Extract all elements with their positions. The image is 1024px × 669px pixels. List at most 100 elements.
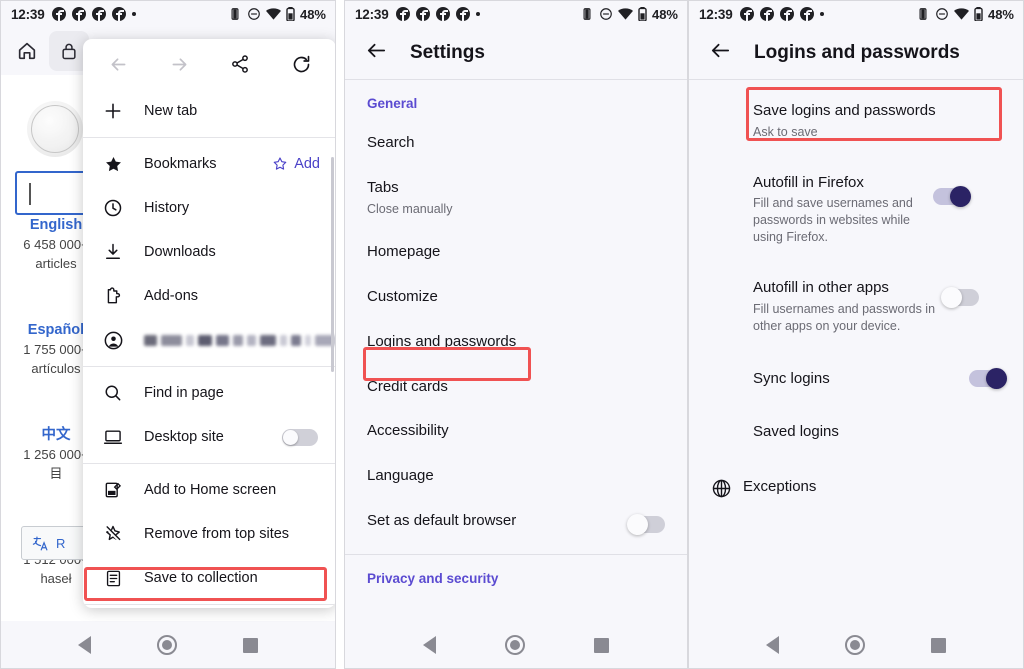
- settings-app-bar: Settings: [345, 27, 687, 79]
- nav-home-icon[interactable]: [845, 635, 865, 655]
- settings-row-logins-and-passwords[interactable]: Logins and passwords: [345, 320, 687, 365]
- nav-back-icon[interactable]: [423, 636, 437, 654]
- autofill-other-apps-toggle[interactable]: [941, 287, 979, 308]
- settings-row-credit-cards[interactable]: Credit cards: [345, 365, 687, 410]
- menu-item-label: History: [144, 200, 190, 216]
- nav-recents-icon[interactable]: [243, 637, 258, 653]
- status-time: 12:39: [699, 6, 733, 22]
- account-icon: [102, 330, 124, 351]
- nav-recents-icon[interactable]: [931, 637, 946, 653]
- menu-divider: [83, 366, 335, 367]
- menu-item-label: Find in page: [144, 385, 224, 401]
- menu-scrollbar[interactable]: [331, 157, 334, 372]
- settings-row-search[interactable]: Search: [345, 121, 687, 166]
- menu-item-account[interactable]: [83, 318, 335, 362]
- battery-percent: 48%: [299, 6, 326, 22]
- menu-item-history[interactable]: History: [83, 186, 335, 230]
- panel-browser-menu: 12:39 48% English 6 458 000+ articles Es…: [0, 0, 336, 669]
- nav-recents-icon[interactable]: [593, 637, 609, 653]
- dnd-icon: [936, 8, 948, 20]
- autofill-firefox-toggle[interactable]: [933, 185, 971, 207]
- vibrate-icon: [583, 8, 591, 20]
- sync-logins-toggle[interactable]: [969, 367, 1007, 389]
- settings-row-homepage[interactable]: Homepage: [345, 230, 687, 275]
- default-browser-toggle[interactable]: [627, 513, 665, 535]
- logins-row-autofill-other-apps[interactable]: Autofill in other apps Fill usernames an…: [689, 259, 1023, 348]
- overflow-menu: New tab Bookmarks Add History Downloads …: [83, 39, 335, 608]
- bookmark-add-button[interactable]: Add: [272, 156, 320, 172]
- more-dot-icon: [819, 12, 824, 16]
- reload-icon[interactable]: [282, 45, 320, 83]
- nav-back-icon[interactable]: [78, 636, 91, 654]
- back-arrow-icon[interactable]: [709, 39, 732, 67]
- menu-item-bookmarks[interactable]: Bookmarks Add: [83, 142, 335, 186]
- desktop-site-toggle[interactable]: [282, 428, 318, 446]
- menu-divider: [83, 604, 335, 605]
- menu-item-addons[interactable]: Add-ons: [83, 274, 335, 318]
- settings-row-accessibility[interactable]: Accessibility: [345, 409, 687, 454]
- row-title: Exceptions: [743, 478, 817, 495]
- status-system-icons: 48%: [916, 7, 1014, 22]
- vibrate-icon: [919, 8, 927, 20]
- row-title: Accessibility: [367, 422, 449, 440]
- logins-row-saved-logins[interactable]: Saved logins: [689, 401, 1023, 455]
- star-outline-icon: [273, 157, 287, 170]
- status-bar: 12:39 48%: [689, 1, 1023, 27]
- nav-home-icon[interactable]: [504, 635, 525, 655]
- history-clock-icon: [102, 198, 124, 218]
- settings-row-language[interactable]: Language: [345, 454, 687, 499]
- more-dot-icon: [131, 12, 136, 16]
- back-arrow-icon[interactable]: [99, 45, 137, 83]
- settings-row-tabs[interactable]: Tabs Close manually: [345, 166, 687, 231]
- panel-settings: 12:39 48% Settings General Search Tabs C…: [344, 0, 688, 669]
- logins-row-exceptions[interactable]: Exceptions: [689, 455, 1023, 512]
- row-title: Customize: [367, 288, 438, 306]
- menu-item-label: Add-ons: [144, 288, 199, 304]
- nav-home-icon[interactable]: [157, 635, 177, 655]
- share-icon[interactable]: [221, 45, 259, 83]
- globe-icon: [699, 477, 743, 499]
- row-title: Homepage: [367, 243, 441, 261]
- wifi-icon: [265, 8, 281, 20]
- desktop-icon: [102, 427, 124, 447]
- section-header-general: General: [367, 96, 418, 111]
- status-time: 12:39: [355, 6, 389, 22]
- back-arrow-icon[interactable]: [365, 39, 388, 67]
- nav-back-icon[interactable]: [766, 636, 779, 654]
- section-header-privacy: Privacy and security: [367, 570, 499, 586]
- row-subtitle: Close manually: [367, 201, 453, 216]
- menu-item-remove-from-top-sites[interactable]: Remove from top sites: [83, 512, 335, 556]
- dnd-icon: [248, 8, 260, 20]
- menu-item-desktop-site[interactable]: Desktop site: [83, 415, 335, 459]
- logins-row-autofill-firefox[interactable]: Autofill in Firefox Fill and save userna…: [689, 154, 1023, 259]
- status-system-icons: 48%: [580, 7, 678, 22]
- dnd-icon: [600, 8, 612, 20]
- account-email-blurred: [144, 334, 335, 346]
- settings-row-set-as-default-browser[interactable]: Set as default browser: [345, 499, 687, 546]
- menu-item-new-tab[interactable]: New tab: [83, 89, 335, 133]
- forward-arrow-icon[interactable]: [160, 45, 198, 83]
- status-system-icons: 48%: [228, 7, 326, 22]
- android-nav-bar: [689, 622, 1023, 668]
- row-title: Language: [367, 467, 434, 485]
- menu-item-add-to-home-screen[interactable]: Add to Home screen: [83, 468, 335, 512]
- battery-percent: 48%: [987, 6, 1014, 22]
- page-title: Logins and passwords: [754, 42, 960, 63]
- menu-item-save-to-collection[interactable]: Save to collection: [83, 556, 335, 600]
- facebook-notification-icon: [51, 7, 66, 21]
- logins-row-save-logins[interactable]: Save logins and passwords Ask to save: [689, 80, 1023, 154]
- row-title: Tabs: [367, 178, 399, 196]
- battery-percent: 48%: [651, 6, 678, 22]
- facebook-notification-icon: [759, 7, 774, 21]
- facebook-notification-icon: [395, 7, 410, 21]
- settings-row-customize[interactable]: Customize: [345, 275, 687, 320]
- home-icon[interactable]: [7, 31, 47, 71]
- translate-icon: [32, 536, 48, 550]
- logins-row-sync-logins[interactable]: Sync logins: [689, 348, 1023, 402]
- screenshot-root: 12:39 48% English 6 458 000+ articles Es…: [0, 0, 1024, 669]
- menu-item-downloads[interactable]: Downloads: [83, 230, 335, 274]
- status-time: 12:39: [11, 6, 45, 22]
- facebook-notification-icon: [799, 7, 814, 21]
- menu-item-label: Bookmarks: [144, 156, 217, 172]
- menu-item-find-in-page[interactable]: Find in page: [83, 371, 335, 415]
